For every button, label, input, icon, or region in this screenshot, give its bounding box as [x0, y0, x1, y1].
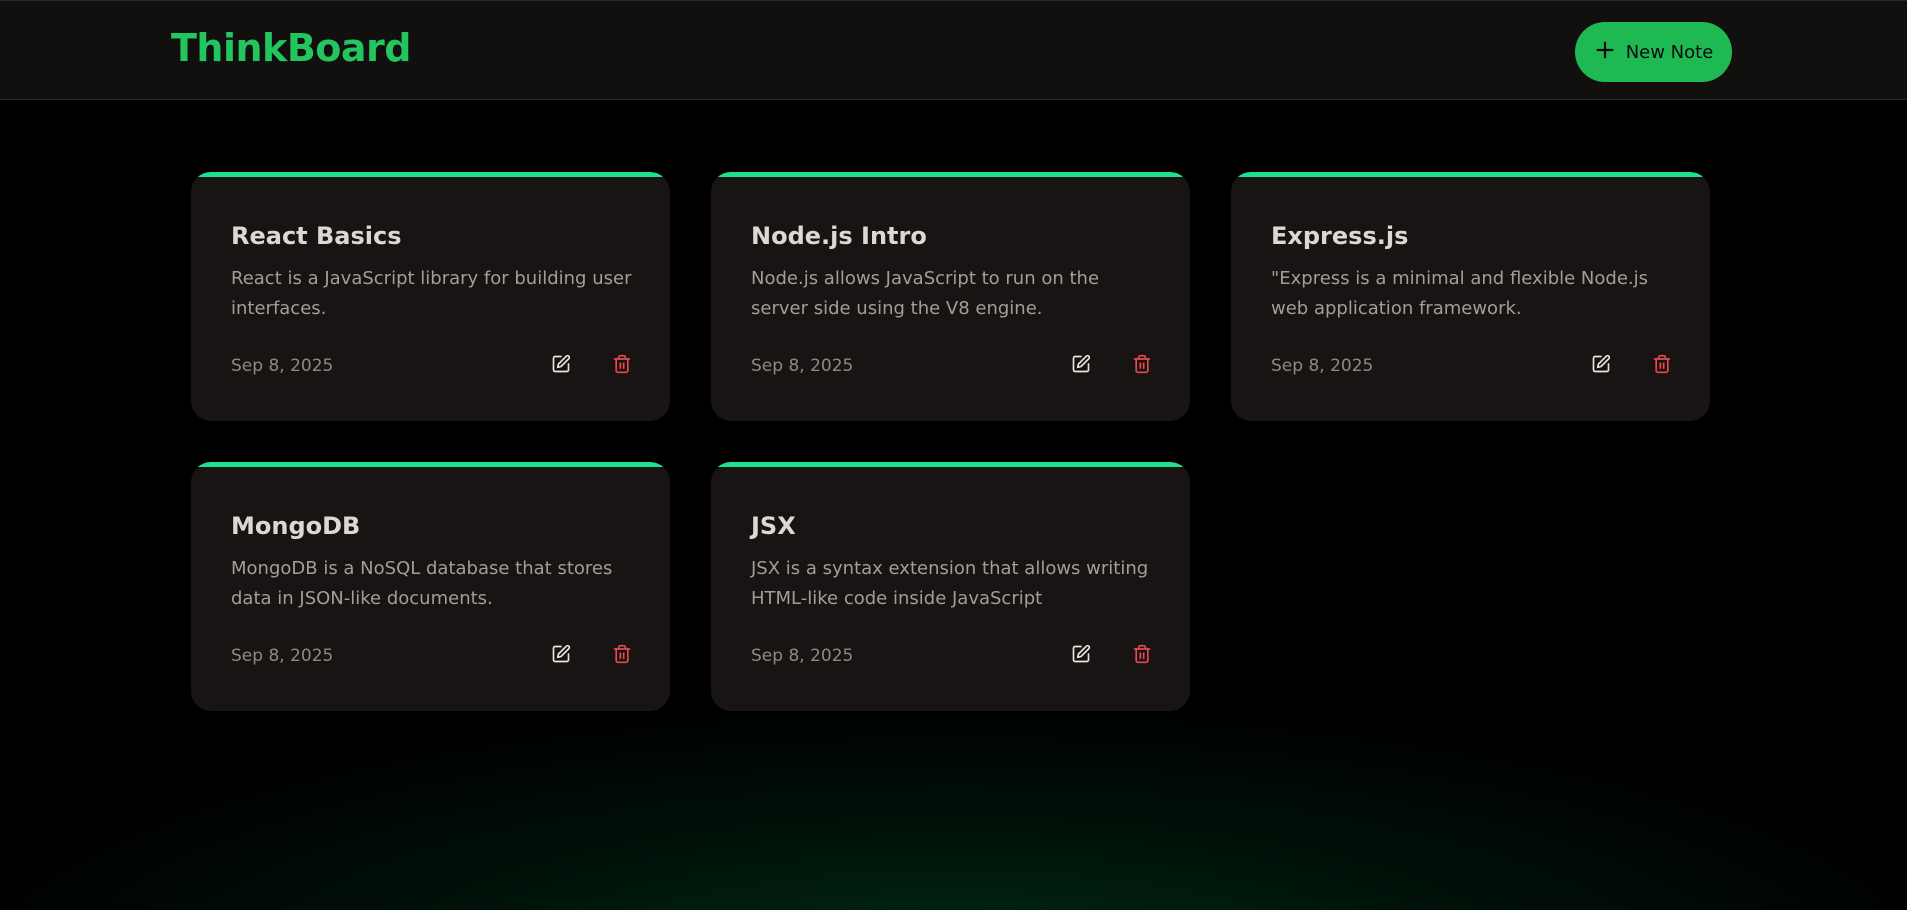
plus-icon	[1594, 39, 1616, 66]
note-card[interactable]: Express.js "Express is a minimal and fle…	[1231, 172, 1710, 421]
app-logo[interactable]: ThinkBoard	[171, 29, 411, 67]
trash-icon	[1133, 644, 1151, 664]
note-card[interactable]: React Basics React is a JavaScript libra…	[191, 172, 670, 421]
new-note-button[interactable]: New Note	[1575, 22, 1732, 82]
edit-note-button[interactable]	[1585, 348, 1617, 380]
note-date: Sep 8, 2025	[231, 356, 334, 376]
note-content: "Express is a minimal and flexible Node.…	[1271, 268, 1649, 319]
note-content: JSX is a syntax extension that allows wr…	[751, 558, 1149, 609]
new-note-label: New Note	[1625, 41, 1714, 63]
edit-icon	[1072, 354, 1091, 373]
delete-note-button[interactable]	[606, 348, 638, 380]
note-title: Node.js Intro	[751, 222, 927, 250]
note-title: React Basics	[231, 222, 402, 250]
navbar: ThinkBoard New Note	[0, 0, 1907, 100]
delete-note-button[interactable]	[606, 638, 638, 670]
edit-note-button[interactable]	[545, 638, 577, 670]
background-glow	[0, 0, 1907, 910]
note-date: Sep 8, 2025	[751, 646, 854, 666]
edit-note-button[interactable]	[1065, 348, 1097, 380]
note-title: MongoDB	[231, 512, 361, 540]
note-card[interactable]: Node.js Intro Node.js allows JavaScript …	[711, 172, 1190, 421]
edit-icon	[1072, 644, 1091, 663]
trash-icon	[1133, 354, 1151, 374]
trash-icon	[613, 354, 631, 374]
edit-icon	[552, 644, 571, 663]
note-card[interactable]: MongoDB MongoDB is a NoSQL database that…	[191, 462, 670, 711]
note-content: MongoDB is a NoSQL database that stores …	[231, 558, 613, 609]
note-title: JSX	[751, 512, 796, 540]
edit-icon	[1592, 354, 1611, 373]
trash-icon	[1653, 354, 1671, 374]
edit-icon	[552, 354, 571, 373]
delete-note-button[interactable]	[1126, 638, 1158, 670]
note-title: Express.js	[1271, 222, 1409, 250]
delete-note-button[interactable]	[1126, 348, 1158, 380]
delete-note-button[interactable]	[1646, 348, 1678, 380]
trash-icon	[613, 644, 631, 664]
edit-note-button[interactable]	[1065, 638, 1097, 670]
note-content: React is a JavaScript library for buildi…	[231, 268, 632, 319]
note-content: Node.js allows JavaScript to run on the …	[751, 268, 1100, 319]
note-card[interactable]: JSX JSX is a syntax extension that allow…	[711, 462, 1190, 711]
note-date: Sep 8, 2025	[1271, 356, 1374, 376]
note-date: Sep 8, 2025	[231, 646, 334, 666]
edit-note-button[interactable]	[545, 348, 577, 380]
note-date: Sep 8, 2025	[751, 356, 854, 376]
